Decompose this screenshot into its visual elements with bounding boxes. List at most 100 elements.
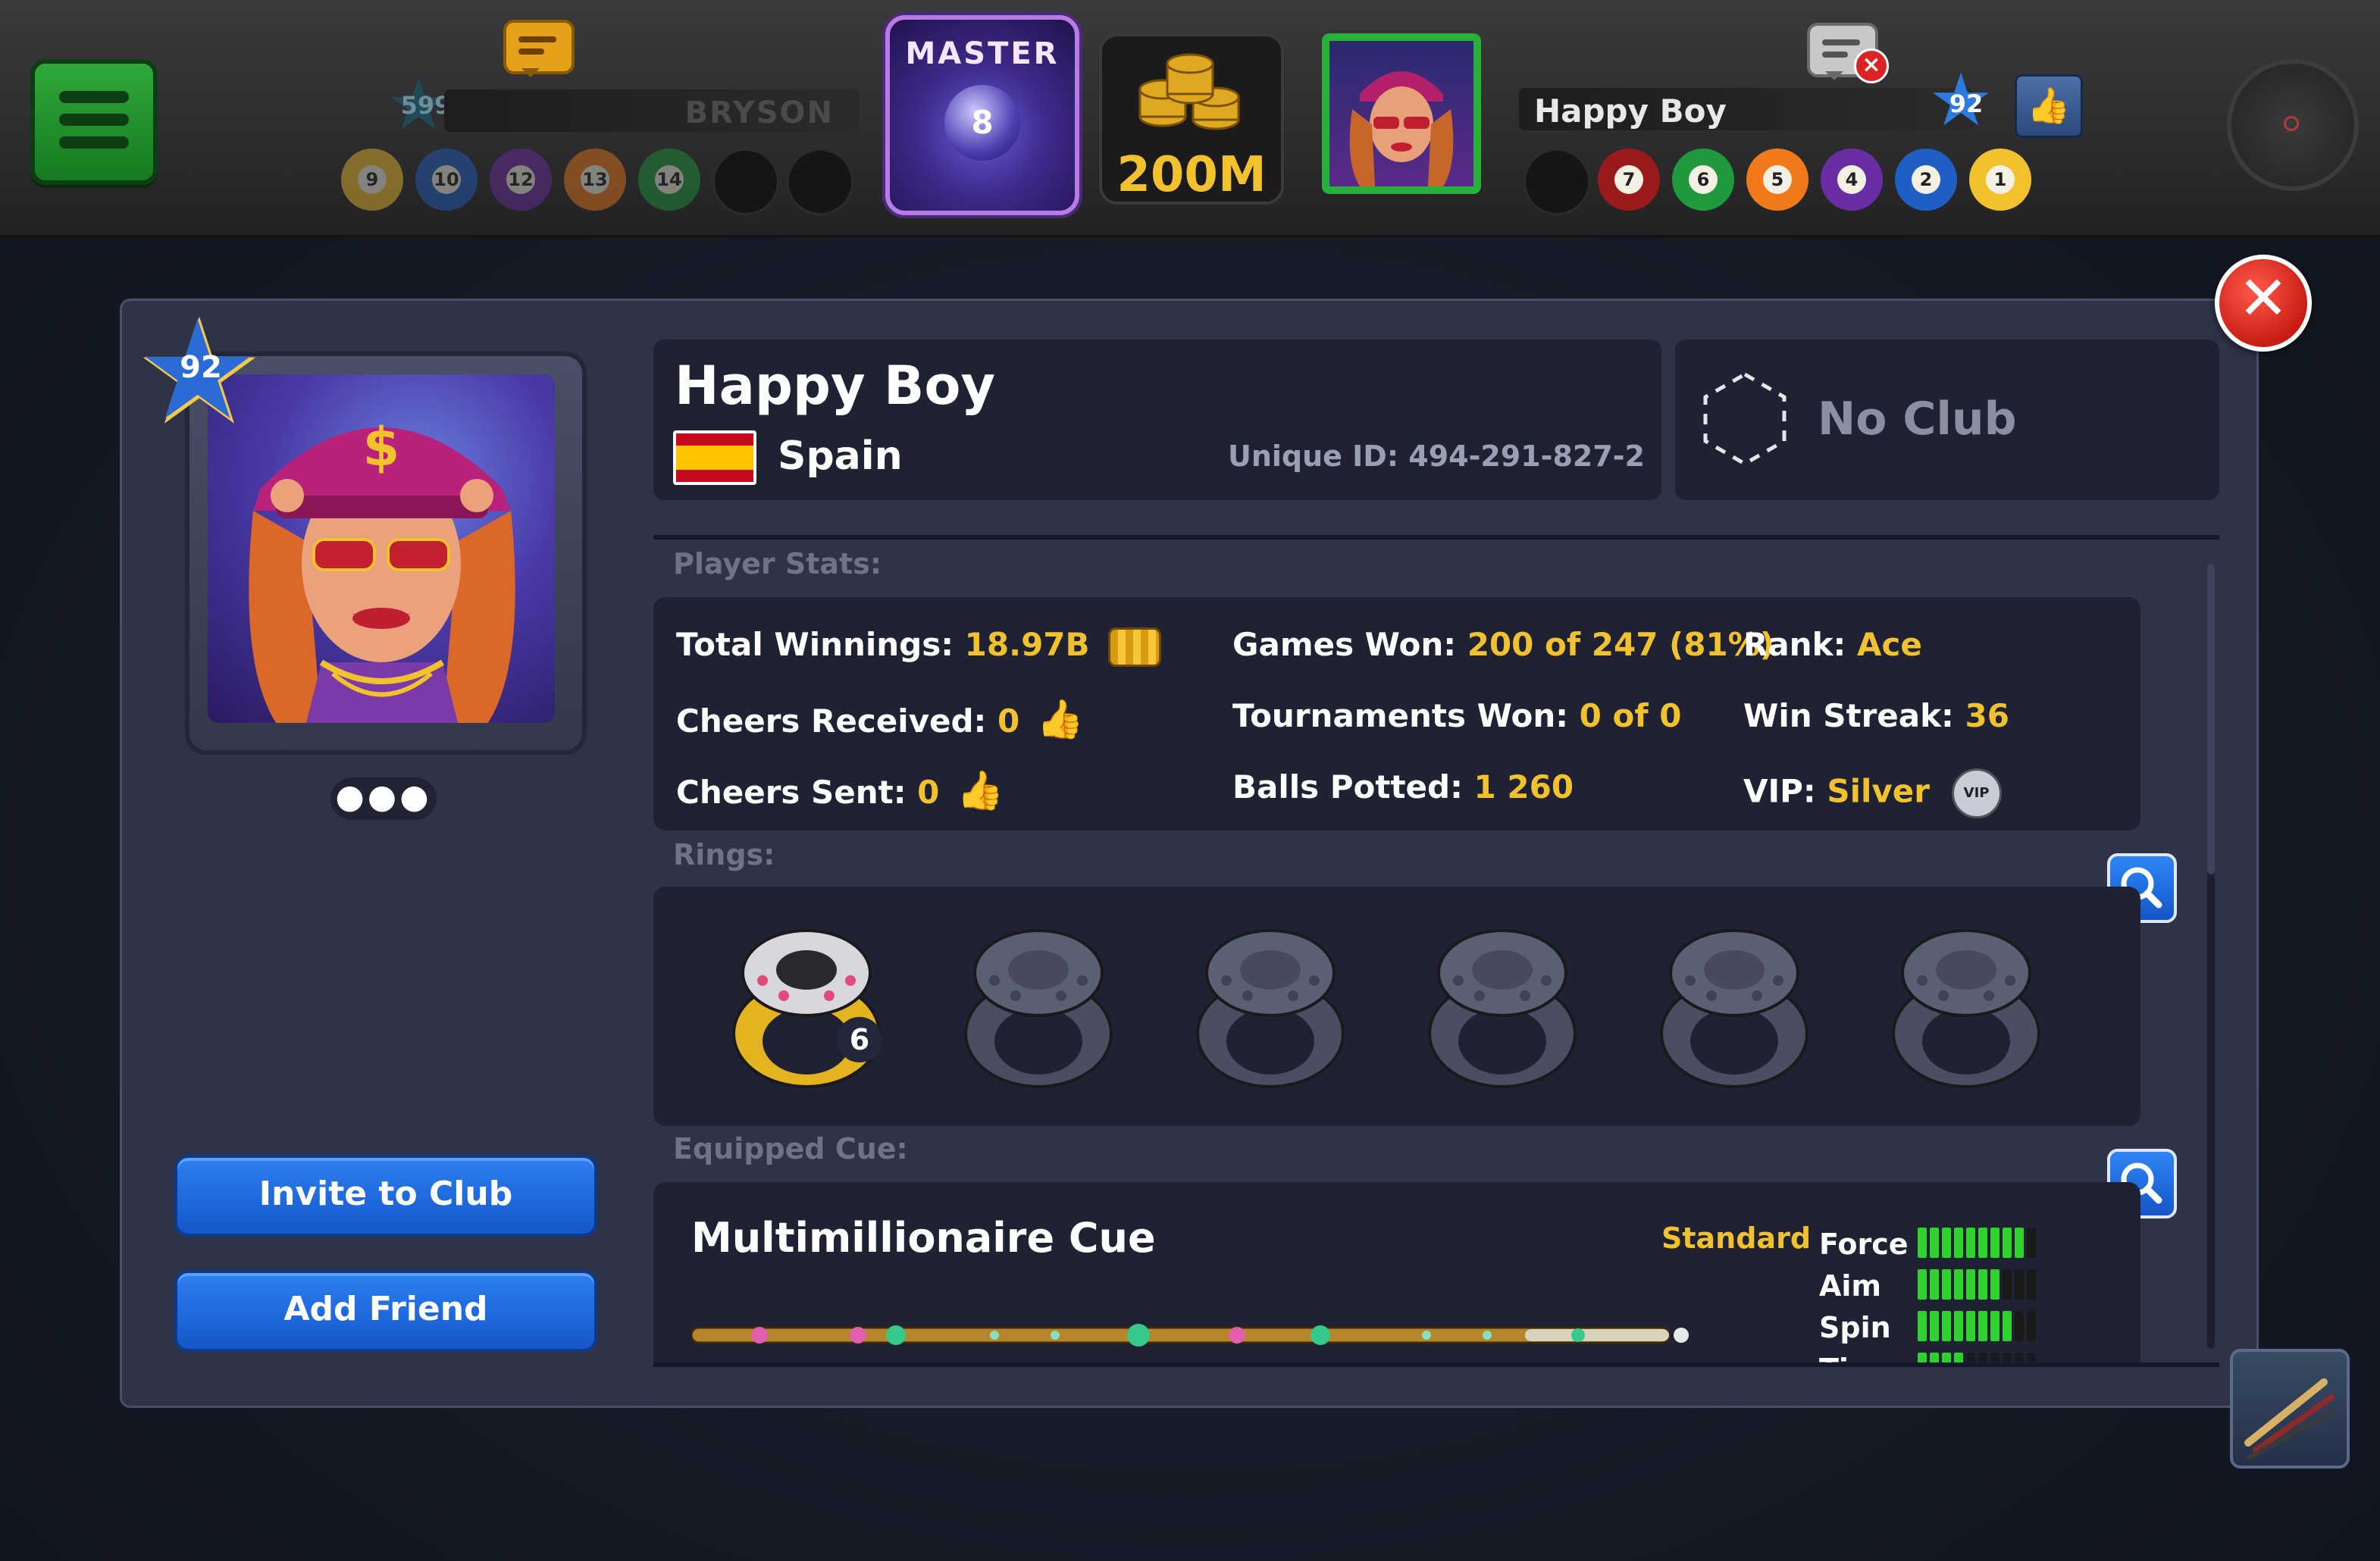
cue-stat-segment bbox=[2003, 1269, 2012, 1300]
ball-12: 12 bbox=[490, 149, 552, 211]
ring-locked[interactable] bbox=[1883, 920, 2050, 1094]
club-card[interactable]: No Club bbox=[1675, 339, 2219, 500]
stat-balls-potted: Balls Potted: 1 260 bbox=[1232, 768, 1574, 806]
cue-stat-segment bbox=[1978, 1311, 1987, 1341]
ring-earned[interactable]: 6 bbox=[723, 920, 890, 1094]
player-unique-id: Unique ID: 494-291-827-2 bbox=[1227, 440, 1645, 473]
ring-icon bbox=[1660, 929, 1808, 1088]
stat-label: Total Winnings: bbox=[676, 626, 954, 663]
chat-icon[interactable] bbox=[503, 20, 575, 77]
ring-locked[interactable] bbox=[955, 920, 1122, 1094]
right-player-avatar[interactable] bbox=[1322, 33, 1481, 194]
ball-4: 4 bbox=[1821, 149, 1883, 211]
ball-number: 9 bbox=[358, 165, 387, 194]
cue-stat-segment bbox=[2027, 1228, 2036, 1258]
ball-7: 7 bbox=[1598, 149, 1660, 211]
scrollbar-thumb[interactable] bbox=[2207, 564, 2215, 874]
ball-number: 6 bbox=[1689, 165, 1718, 194]
ball-number: 2 bbox=[1912, 165, 1940, 194]
stat-label: Cheers Received: bbox=[676, 702, 987, 740]
cue-stat-segment bbox=[1918, 1311, 1927, 1341]
ring-count-badge: 6 bbox=[837, 1017, 882, 1062]
cue-stat-segment bbox=[1954, 1269, 1963, 1300]
header-divider bbox=[653, 535, 2219, 540]
right-player-level: 92 bbox=[1949, 89, 1984, 118]
ball-number: 5 bbox=[1763, 165, 1792, 194]
profile-level: 92 bbox=[180, 350, 222, 385]
ball-number: 1 bbox=[1986, 165, 2015, 194]
cue-stat-segment bbox=[1954, 1311, 1963, 1341]
cue-stick-image bbox=[691, 1324, 1689, 1347]
empty-club-hexagon-icon bbox=[1703, 372, 1787, 466]
cue-name: Multimillionaire Cue bbox=[691, 1214, 1156, 1262]
thumbs-up-icon: 👍 bbox=[1036, 697, 1085, 741]
cue-stat-segment bbox=[1990, 1269, 2000, 1300]
cue-stat-segment bbox=[1930, 1269, 1939, 1300]
pot-box: 200M bbox=[1099, 33, 1284, 205]
stat-value: 0 of 0 bbox=[1579, 697, 1682, 734]
ball-number: 4 bbox=[1837, 165, 1866, 194]
thumbs-up-icon: 👍 bbox=[957, 768, 1004, 812]
thumbs-up-icon: 👍 bbox=[2027, 85, 2071, 126]
game-mode-ball-number: 8 bbox=[971, 104, 994, 141]
cue-stat-segment bbox=[1966, 1311, 1975, 1341]
ring-locked[interactable] bbox=[1419, 920, 1586, 1094]
dialog-scrollbar[interactable] bbox=[2207, 564, 2215, 1349]
cue-stat-segment bbox=[1990, 1311, 2000, 1341]
top-bar: ★ 599 BRYSON 910121314 MASTER 8 200M bbox=[0, 0, 2380, 238]
cue-stat-segment bbox=[2027, 1311, 2036, 1341]
add-friend-button[interactable]: Add Friend bbox=[174, 1270, 597, 1352]
ball-number: 13 bbox=[581, 165, 609, 194]
invite-to-club-button[interactable]: Invite to Club bbox=[174, 1155, 597, 1237]
ball-6: 6 bbox=[1672, 149, 1734, 211]
ring-icon bbox=[1196, 929, 1345, 1088]
stat-label: Cheers Sent: bbox=[676, 774, 907, 811]
left-player-name: BRYSON bbox=[684, 95, 834, 130]
stat-value: Ace bbox=[1856, 626, 1922, 663]
ball-13: 13 bbox=[564, 149, 626, 211]
ball-slot-empty bbox=[1524, 149, 1590, 215]
cue-stat-segment bbox=[1930, 1311, 1939, 1341]
pot-amount: 200M bbox=[1116, 147, 1267, 203]
cue-divider bbox=[653, 1362, 2219, 1367]
stat-tournaments-won: Tournaments Won: 0 of 0 bbox=[1232, 697, 1681, 734]
player-name-card: Happy Boy Spain Unique ID: 494-291-827-2 bbox=[653, 339, 1661, 500]
cue-stat-segment bbox=[1954, 1228, 1963, 1258]
cue-stat-bar-aim bbox=[1918, 1269, 2036, 1300]
ball-number: 10 bbox=[432, 165, 461, 194]
coins-icon bbox=[1108, 627, 1162, 667]
cue-stat-segment bbox=[2027, 1269, 2036, 1300]
equipped-cue-card: Multimillionaire Cue Standard Force Aim Sp… bbox=[653, 1182, 2140, 1364]
stat-total-winnings: Total Winnings: 18.97B bbox=[676, 626, 1162, 667]
player-stats-card: Total Winnings: 18.97B Cheers Received: … bbox=[653, 597, 2140, 831]
player-name: Happy Boy bbox=[675, 355, 996, 417]
cue-ball-spin-icon[interactable] bbox=[2227, 59, 2359, 191]
club-name: No Club bbox=[1818, 393, 2017, 446]
game-mode-label: MASTER bbox=[905, 36, 1060, 71]
close-button[interactable]: ✕ bbox=[2215, 255, 2312, 352]
ball-number: 7 bbox=[1614, 165, 1643, 194]
cue-stat-segment bbox=[1918, 1228, 1927, 1258]
rings-card: 6 bbox=[653, 887, 2140, 1126]
cue-collection-button[interactable] bbox=[2230, 1349, 2350, 1469]
ball-14: 14 bbox=[638, 149, 700, 211]
stat-vip: VIP: Silver VIP bbox=[1743, 768, 2002, 818]
thumbs-up-button[interactable]: 👍 bbox=[2015, 74, 2083, 138]
close-icon: ✕ bbox=[2238, 263, 2289, 333]
more-options-button[interactable]: ●●● bbox=[330, 777, 437, 820]
cue-stat-bar-spin bbox=[1918, 1311, 2036, 1341]
ball-slot-empty bbox=[712, 149, 779, 215]
cue-stat-segment bbox=[1918, 1269, 1927, 1300]
menu-icon[interactable] bbox=[30, 59, 158, 185]
more-options-label: ●●● bbox=[335, 777, 432, 816]
cue-stat-label-force: Force bbox=[1819, 1228, 1909, 1261]
stat-cheers-sent: Cheers Sent: 0 👍 bbox=[676, 768, 1004, 813]
game-mode-badge: MASTER 8 bbox=[885, 15, 1079, 215]
ring-locked[interactable] bbox=[1187, 920, 1354, 1094]
equipped-cue-heading: Equipped Cue: bbox=[673, 1132, 908, 1165]
stat-value: 36 bbox=[1965, 697, 2009, 734]
ball-10: 10 bbox=[415, 149, 478, 211]
player-stats-heading: Player Stats: bbox=[673, 547, 882, 580]
ring-locked[interactable] bbox=[1651, 920, 1818, 1094]
spain-flag-icon bbox=[673, 430, 756, 485]
